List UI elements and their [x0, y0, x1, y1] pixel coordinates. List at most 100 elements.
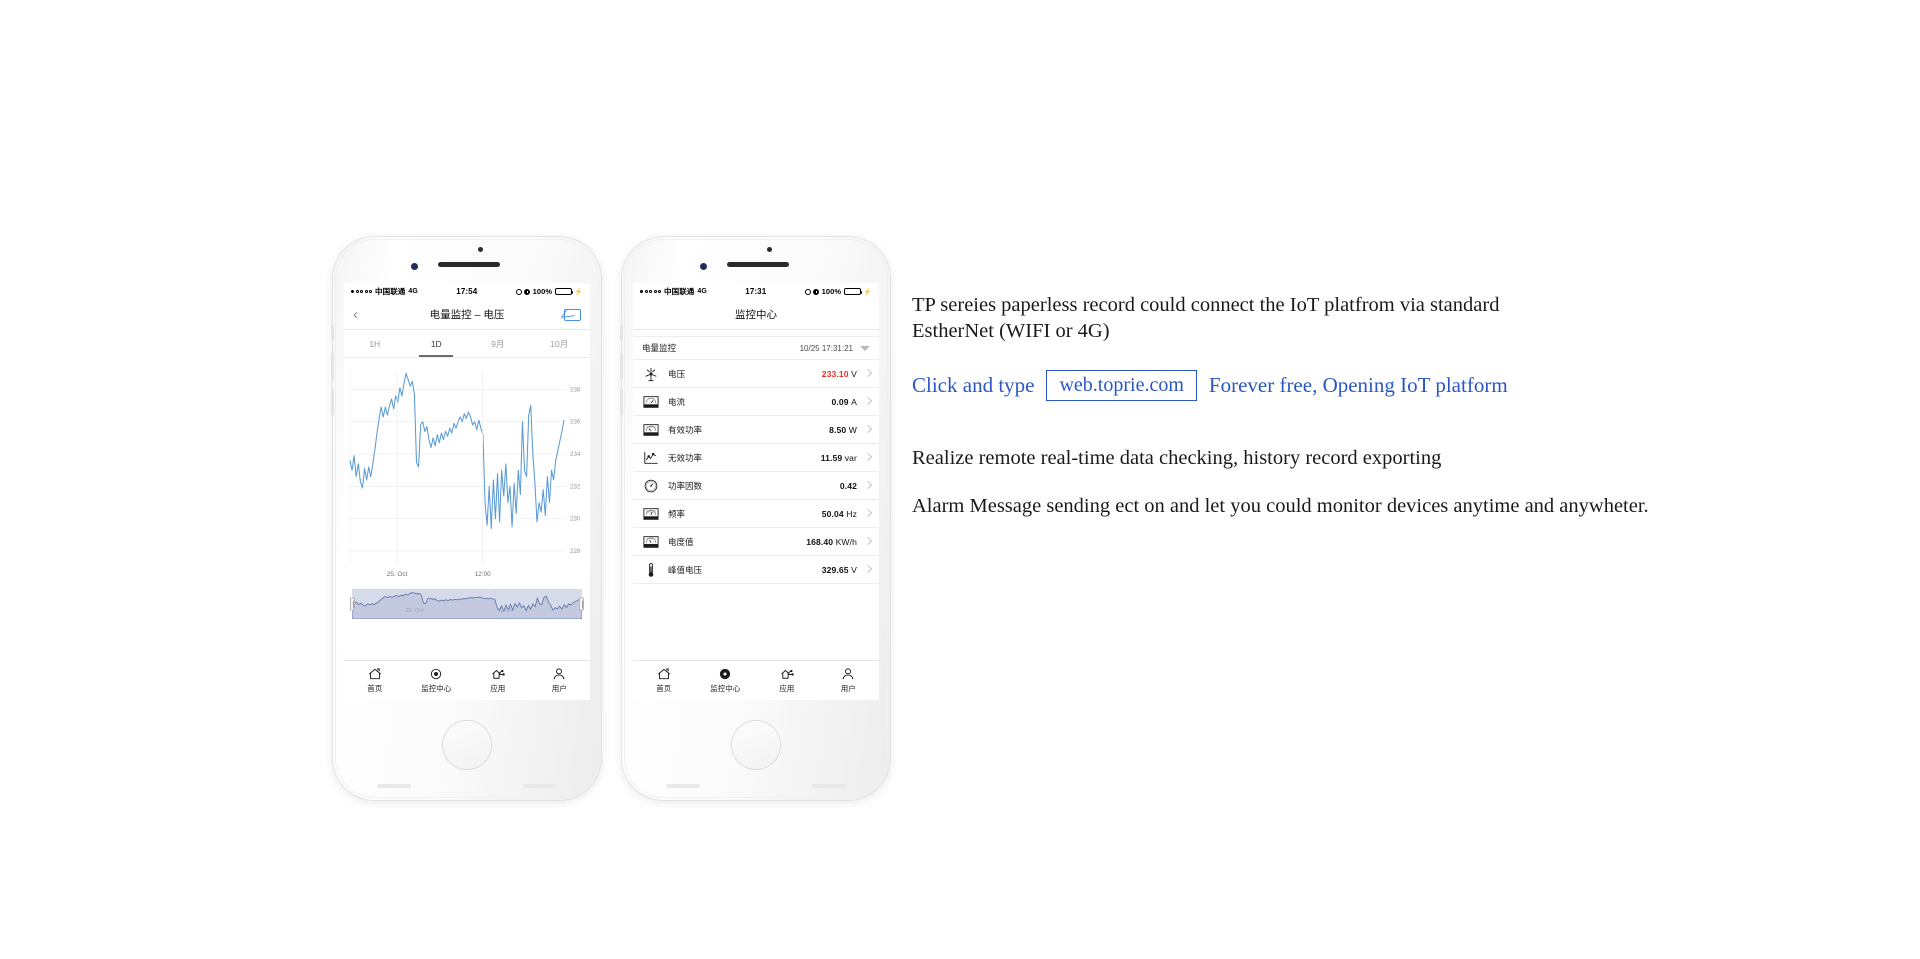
- measurement-row[interactable]: 电流 0.09 A: [633, 388, 879, 416]
- energy-meter-icon: [642, 534, 660, 550]
- tab-1d[interactable]: 1D: [406, 330, 468, 357]
- tab-oct[interactable]: 10月: [529, 330, 591, 357]
- home-icon: [656, 667, 672, 681]
- tab-home[interactable]: 首页: [633, 667, 695, 694]
- network-type-label: 4G: [697, 288, 707, 295]
- charging-icon: ⚡: [863, 288, 872, 296]
- status-bar: 中国联通 4G 17:54 100% ⚡: [344, 283, 590, 300]
- tab-home-label: 首页: [656, 684, 672, 693]
- phone-mockup-list: 中国联通 4G 17:31 100% ⚡ 监控中心 电量监控 10/25 17:…: [620, 237, 890, 800]
- measurement-label: 功率因数: [668, 480, 703, 491]
- chart-navigator[interactable]: 25. Oct 12:00: [350, 589, 584, 619]
- speaker-grille-right: [812, 784, 846, 788]
- measurement-label: 无效功率: [668, 452, 703, 463]
- front-camera: [411, 263, 418, 270]
- measurement-value: 11.59 var: [821, 453, 857, 463]
- gauge-icon: [642, 478, 660, 494]
- battery-icon: [554, 287, 574, 296]
- tab-apps[interactable]: 应用: [756, 667, 818, 694]
- user-icon: [840, 667, 856, 681]
- value-unit: A: [851, 396, 857, 407]
- chevron-right-icon[interactable]: [865, 425, 870, 434]
- phone2-screen: 中国联通 4G 17:31 100% ⚡ 监控中心 电量监控 10/25 17:…: [633, 283, 879, 700]
- website-url-box[interactable]: web.toprie.com: [1046, 370, 1197, 401]
- measurement-label: 电压: [668, 368, 686, 379]
- chevron-right-icon[interactable]: [865, 509, 870, 518]
- monitor-dot-icon: [428, 667, 444, 681]
- measurement-row[interactable]: 电压 233.10 V: [633, 360, 879, 388]
- volume-down-button: [331, 389, 334, 415]
- range-tabs: 1H 1D 9月 10月: [344, 330, 590, 358]
- signal-dots-icon: [351, 290, 372, 293]
- status-right: 100% ⚡: [515, 287, 583, 296]
- home-button[interactable]: [443, 721, 491, 769]
- chevron-right-icon[interactable]: [865, 481, 870, 490]
- sensor-dot: [478, 247, 483, 252]
- cta-row: Click and type web.toprie.com Forever fr…: [912, 370, 1872, 401]
- value-number: 168.40: [806, 536, 834, 547]
- chevron-right-icon[interactable]: [865, 537, 870, 546]
- measurement-row[interactable]: 有效功率 8.50 W: [633, 416, 879, 444]
- measurement-row[interactable]: 峰值电压 329.65 V: [633, 556, 879, 584]
- cta-suffix-label: Forever free, Opening IoT platform: [1208, 373, 1508, 397]
- device-name-label: 电量监控: [642, 343, 677, 353]
- chevron-right-icon[interactable]: [865, 453, 870, 462]
- network-type-label: 4G: [408, 288, 418, 295]
- measurement-value: 168.40 KW/h: [806, 537, 857, 547]
- tab-user[interactable]: 用户: [818, 667, 880, 694]
- user-icon: [551, 667, 567, 681]
- nav-bar: ‹ 电量监控 – 电压: [344, 300, 590, 330]
- tab-monitor[interactable]: 监控中心: [406, 667, 468, 694]
- silent-switch: [620, 325, 623, 341]
- measurement-label: 峰值电压: [668, 564, 703, 575]
- measurement-list: 电压 233.10 V 电流 0.09 A 有效功率 8.50 W 无效功率 11.59 va…: [633, 360, 879, 584]
- status-bar: 中国联通 4G 17:31 100% ⚡: [633, 283, 879, 300]
- value-unit: Hz: [846, 508, 857, 519]
- measurement-row[interactable]: 电度值 168.40 KW/h: [633, 528, 879, 556]
- measurement-value: 50.04 Hz: [822, 509, 857, 519]
- measurement-row[interactable]: 功率因数 0.42: [633, 472, 879, 500]
- ammeter-icon: [642, 394, 660, 410]
- navigator-handle-left[interactable]: [350, 597, 355, 611]
- status-left: 中国联通 4G: [640, 286, 707, 297]
- clock-label: 17:31: [745, 287, 767, 296]
- tab-monitor[interactable]: 监控中心: [695, 667, 757, 694]
- speaker-grille-left: [666, 784, 700, 788]
- home-button[interactable]: [732, 721, 780, 769]
- tab-sep[interactable]: 9月: [467, 330, 529, 357]
- carrier-label: 中国联通: [664, 287, 695, 296]
- marketing-copy: TP sereies paperless record could connec…: [912, 292, 1872, 519]
- envelope-icon[interactable]: [564, 308, 581, 321]
- navigator-handle-right[interactable]: [579, 597, 584, 611]
- value-number: 8.50: [829, 424, 847, 435]
- tab-user[interactable]: 用户: [529, 667, 591, 694]
- page-title: 电量监控 – 电压: [429, 309, 505, 321]
- measurement-label: 电流: [668, 396, 686, 407]
- measurement-value: 233.10 V: [822, 369, 857, 379]
- measurement-row[interactable]: 无效功率 11.59 var: [633, 444, 879, 472]
- monitor-dot-icon: [717, 667, 733, 681]
- chevron-right-icon[interactable]: [865, 369, 870, 378]
- measurement-row[interactable]: 频率 50.04 Hz: [633, 500, 879, 528]
- slide-canvas: 中国联通 4G 17:54 100% ⚡ ‹ 电量监控 – 电压 1H 1D 9…: [0, 0, 1920, 959]
- clock-label: 17:54: [456, 287, 478, 296]
- tab-apps[interactable]: 应用: [467, 667, 529, 694]
- battery-percent-label: 100%: [532, 287, 553, 296]
- chevron-right-icon[interactable]: [865, 397, 870, 406]
- tab-1h[interactable]: 1H: [344, 330, 406, 357]
- volume-down-button: [620, 389, 623, 415]
- rotation-lock-icon: [515, 288, 522, 295]
- page-title: 监控中心: [735, 309, 777, 321]
- device-selector-row[interactable]: 电量监控 10/25 17:31:21: [633, 336, 879, 360]
- tab-home[interactable]: 首页: [344, 667, 406, 694]
- measurement-value: 8.50 W: [829, 425, 857, 435]
- apps-icon: [779, 667, 795, 681]
- chevron-right-icon[interactable]: [865, 565, 870, 574]
- tab-monitor-label: 监控中心: [710, 684, 741, 693]
- frequency-meter-icon: [642, 506, 660, 522]
- status-right: 100% ⚡: [804, 287, 872, 296]
- caret-down-icon[interactable]: [860, 345, 870, 351]
- value-number: 0.42: [839, 480, 857, 491]
- earpiece-speaker: [438, 262, 500, 267]
- measurement-label: 有效功率: [668, 424, 703, 435]
